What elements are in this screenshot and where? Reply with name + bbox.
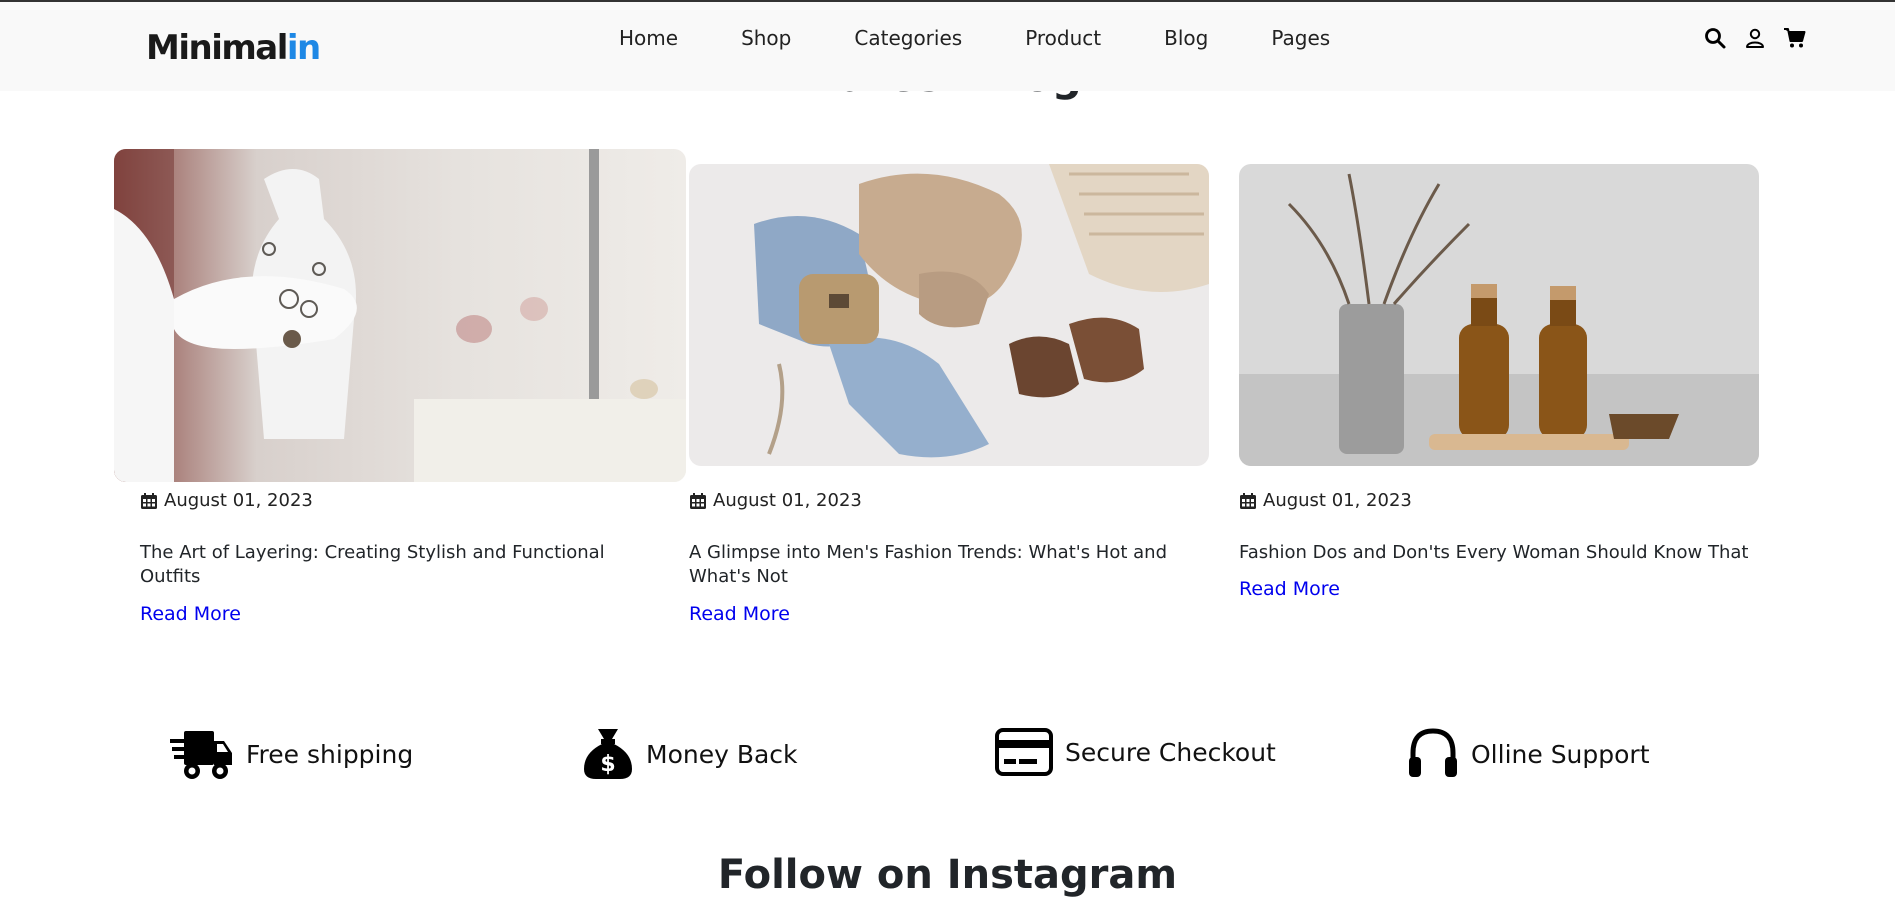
calendar-icon (690, 492, 706, 509)
feature-free-shipping: Free shipping (170, 727, 413, 781)
logo-main: Minimal (146, 28, 288, 68)
truck-icon (170, 731, 232, 779)
user-icon[interactable] (1743, 26, 1767, 50)
post-date: August 01, 2023 (689, 490, 862, 511)
nav-blog[interactable]: Blog (1164, 26, 1208, 50)
main-nav: Home Shop Categories Product Blog Pages (619, 26, 1330, 50)
read-more-link[interactable]: Read More (140, 603, 241, 625)
nav-shop[interactable]: Shop (741, 26, 791, 50)
feature-money-back: $ Money Back (582, 727, 798, 781)
post-date-text: August 01, 2023 (164, 490, 313, 511)
cart-icon[interactable] (1783, 26, 1807, 50)
post-date: August 01, 2023 (1239, 490, 1412, 511)
header-icons (1703, 26, 1807, 50)
post-title[interactable]: A Glimpse into Men's Fashion Trends: Wha… (689, 541, 1189, 589)
logo-accent: in (286, 28, 321, 68)
post-title[interactable]: The Art of Layering: Creating Stylish an… (140, 541, 660, 589)
nav-pages[interactable]: Pages (1271, 26, 1330, 50)
nav-product[interactable]: Product (1025, 26, 1101, 50)
post-date: August 01, 2023 (140, 490, 313, 511)
blog-image-clothing[interactable] (689, 164, 1209, 466)
calendar-icon (1240, 492, 1256, 509)
window-top-border (0, 0, 1895, 2)
logo[interactable]: Minimalin (146, 28, 321, 68)
instagram-title: Follow on Instagram (717, 852, 1178, 898)
nav-home[interactable]: Home (619, 26, 678, 50)
feature-label: Free shipping (246, 739, 414, 769)
read-more-link[interactable]: Read More (689, 603, 790, 625)
feature-label: Money Back (646, 739, 798, 769)
post-date-text: August 01, 2023 (713, 490, 862, 511)
blog-image-bottles[interactable] (1239, 164, 1759, 466)
headphones-icon (1409, 728, 1457, 777)
feature-label: Olline Support (1471, 739, 1650, 769)
feature-label: Secure Checkout (1065, 737, 1276, 767)
nav-categories[interactable]: Categories (854, 26, 962, 50)
money-bag-icon: $ (584, 729, 632, 779)
feature-online-support: Olline Support (1407, 727, 1650, 781)
blog-image-jewelry[interactable] (114, 149, 686, 482)
credit-card-icon (995, 728, 1053, 776)
post-title[interactable]: Fashion Dos and Don'ts Every Woman Shoul… (1239, 541, 1799, 565)
read-more-link[interactable]: Read More (1239, 578, 1340, 600)
post-date-text: August 01, 2023 (1263, 490, 1412, 511)
site-header: Minimalin Home Shop Categories Product B… (0, 2, 1895, 91)
search-icon[interactable] (1703, 26, 1727, 50)
svg-text:$: $ (600, 752, 615, 777)
calendar-icon (141, 492, 157, 509)
feature-secure-checkout: Secure Checkout (995, 727, 1276, 777)
